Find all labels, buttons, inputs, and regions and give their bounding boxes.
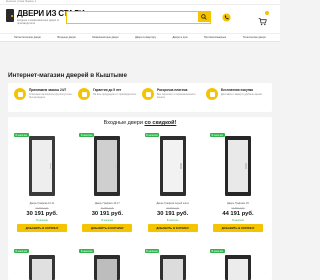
nav-item[interactable]: Металлические двери [14, 36, 41, 39]
cart-icon [258, 17, 267, 26]
availability-badge: В наличии [144, 133, 160, 137]
feature-item: Бесплатная покупка Доставка и замер в уд… [206, 88, 266, 107]
percent-icon [142, 88, 154, 100]
product-name[interactable]: Дверь Графика 1Н [211, 202, 265, 205]
header: ДВЕРИ ИЗ СТАЛИ входные и межкомнатные дв… [0, 5, 280, 33]
product-card[interactable]: В наличии Дверь Графика серый шёлк 41 99… [143, 131, 203, 243]
stock-status: В наличии [101, 219, 114, 222]
product-name[interactable]: Дверь Графика 10-11 [15, 202, 69, 205]
nav-item[interactable]: Двери в дом [172, 36, 187, 39]
location-text[interactable]: Кыштым, улица Ленина, 1 [6, 0, 36, 3]
nav-item[interactable]: Технические двери [243, 36, 266, 39]
availability-badge: В наличии [79, 133, 94, 137]
availability-badge: В наличии [79, 249, 94, 253]
door-handle [114, 163, 117, 169]
logo[interactable]: ДВЕРИ ИЗ СТАЛИ входные и межкомнатные дв… [6, 8, 85, 32]
price: 30 191 руб. [157, 211, 189, 217]
shield-icon [78, 88, 90, 100]
add-to-cart-button[interactable]: ДОБАВИТЬ В КОРЗИНУ [17, 224, 67, 232]
feature-title: Принимаем заказы 24/7 [29, 88, 67, 92]
product-card[interactable]: В наличии Дверь Графика 10-11 41 991 руб… [12, 131, 72, 243]
old-price: 41 991 руб. [100, 207, 114, 210]
door-panel [227, 259, 248, 280]
product-card[interactable]: В наличии [143, 247, 203, 280]
nav-item[interactable]: Двери в квартиру [135, 36, 156, 39]
nav-item[interactable]: Межкомнатные двери [92, 36, 118, 39]
feature-title: Гарантия до 5 лет [93, 88, 122, 92]
door-handle [49, 163, 51, 169]
door-image[interactable] [224, 136, 251, 196]
availability-badge: В наличии [209, 133, 225, 137]
product-card[interactable]: В наличии [12, 247, 72, 280]
add-to-cart-button[interactable]: ДОБАВИТЬ В КОРЗИНУ [82, 224, 133, 232]
feature-text: Без переплат и первоначального взноса [157, 93, 196, 100]
door-handle [180, 163, 182, 169]
availability-badge: В наличии [14, 249, 29, 253]
old-price: 61 591 руб. [231, 207, 245, 210]
product-card[interactable]: В наличии Дверь Графика 1Н 61 591 руб. 4… [208, 131, 268, 243]
nav-item[interactable]: Противопожарные [204, 36, 226, 39]
door-logo-icon [6, 9, 14, 22]
door-image[interactable] [29, 136, 55, 196]
door-image[interactable] [224, 255, 251, 280]
product-card[interactable]: В наличии [208, 247, 268, 280]
price: 30 191 руб. [91, 211, 123, 217]
logo-subtitle: входные и межкомнатные двери от производ… [17, 19, 60, 26]
door-image[interactable] [159, 255, 186, 280]
search-button[interactable] [198, 12, 210, 22]
feature-title: Бесплатная покупка [221, 88, 254, 92]
door-image[interactable] [94, 255, 121, 280]
search-input[interactable] [67, 19, 199, 29]
door-panel [162, 259, 183, 280]
availability-badge: В наличии [14, 133, 29, 137]
features-bar: Принимаем заказы 24/7 Отвечаем на вопрос… [8, 83, 272, 112]
feature-text: Доставка и замер в удобное время [221, 93, 262, 96]
truck-icon [206, 88, 218, 100]
product-name[interactable]: Дверь Графика серый шёлк [146, 202, 200, 205]
section-title: Входные двери со скидкой! [8, 120, 272, 126]
section-title-text: Входные двери [103, 120, 143, 126]
door-image[interactable] [159, 136, 186, 196]
add-to-cart-button[interactable]: ДОБАВИТЬ В КОРЗИНУ [212, 224, 263, 232]
old-price: 41 991 руб. [35, 207, 49, 210]
clock-icon [14, 88, 26, 100]
product-card[interactable]: В наличии [77, 247, 137, 280]
product-grid: В наличии Дверь Графика 10-11 41 991 руб… [12, 131, 268, 243]
section-title-link[interactable]: со скидкой! [144, 120, 176, 126]
feature-title: Рассрочка платежа [157, 88, 188, 92]
availability-badge: В наличии [209, 249, 225, 253]
feature-item: Принимаем заказы 24/7 Отвечаем на вопрос… [14, 88, 74, 107]
door-panel [97, 259, 118, 280]
feature-item: Рассрочка платежа Без переплат и первона… [142, 88, 202, 107]
cart-button[interactable] [258, 11, 269, 26]
product-name[interactable]: Дверь Графика 10-17 [80, 202, 134, 205]
door-handle [245, 163, 247, 169]
stock-status: В наличии [166, 219, 179, 222]
door-image[interactable] [94, 136, 121, 196]
stock-status: В наличии [232, 219, 244, 222]
product-card[interactable]: В наличии Дверь Графика 10-17 41 991 руб… [77, 131, 137, 243]
page-title: Интернет-магазин дверей в Кыштыме [8, 72, 127, 79]
availability-badge: В наличии [144, 249, 160, 253]
discount-doors-section: Входные двери со скидкой! В наличии Двер… [8, 117, 272, 280]
feature-item: Гарантия до 5 лет На всю продукцию от пр… [78, 88, 138, 107]
search-icon [201, 14, 207, 20]
feature-text: На всю продукцию от производителя [93, 93, 136, 96]
old-price: 41 991 руб. [166, 207, 180, 210]
stock-status: В наличии [36, 219, 48, 222]
product-grid-row-2: В наличии В наличии В наличии В наличии [12, 247, 268, 280]
main-nav: Металлические двери Входные двери Межком… [0, 33, 280, 42]
search-box [66, 11, 211, 29]
feature-text: Отвечаем на вопросы круглосуточно без вы… [29, 93, 72, 100]
door-image[interactable] [29, 255, 55, 280]
price: 30 191 руб. [26, 211, 58, 217]
cart-badge [265, 11, 269, 15]
price: 44 191 руб. [222, 211, 254, 217]
add-to-cart-button[interactable]: ДОБАВИТЬ В КОРЗИНУ [147, 224, 198, 232]
door-panel [32, 259, 52, 280]
nav-item[interactable]: Входные двери [57, 36, 76, 39]
phone-icon[interactable] [222, 13, 231, 22]
